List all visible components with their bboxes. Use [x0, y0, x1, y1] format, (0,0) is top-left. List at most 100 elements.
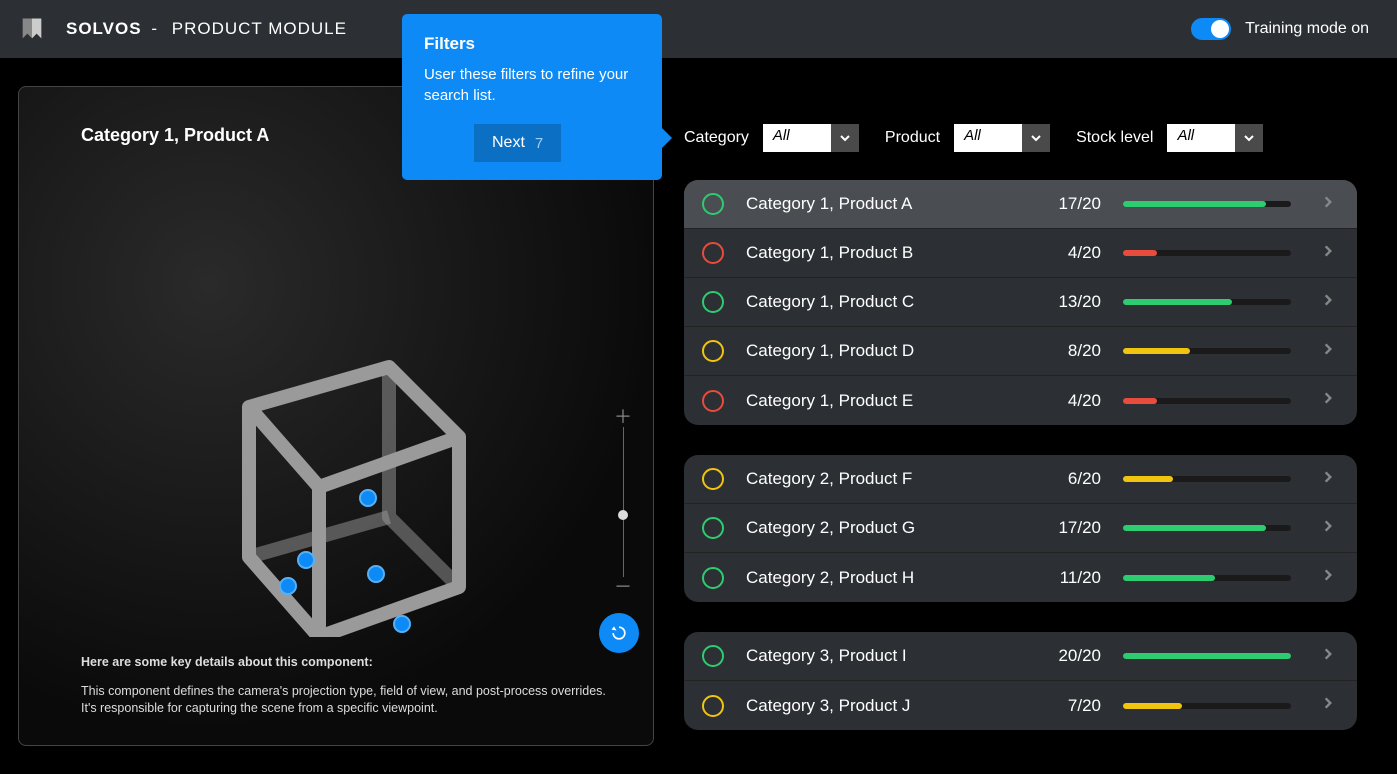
product-name: Category 2, Product H	[746, 568, 1031, 588]
filter-category-value: All	[763, 124, 831, 152]
product-row[interactable]: Category 1, Product D8/20	[684, 327, 1357, 376]
product-list-panel: Category All Product All Stock level All	[684, 86, 1397, 774]
chevron-right-icon	[1321, 519, 1335, 538]
stock-progress-fill	[1123, 299, 1232, 305]
viewer-desc-heading: Here are some key details about this com…	[81, 655, 613, 669]
product-name: Category 1, Product C	[746, 292, 1031, 312]
stock-progress-fill	[1123, 653, 1291, 659]
stock-count: 4/20	[1031, 391, 1101, 411]
chevron-right-icon	[1321, 195, 1335, 214]
training-mode-label: Training mode on	[1245, 20, 1369, 38]
brand-separator: -	[151, 19, 158, 38]
stock-progress-bar	[1123, 476, 1291, 482]
chevron-right-icon	[1321, 568, 1335, 587]
status-ring-icon	[702, 193, 724, 215]
stock-count: 7/20	[1031, 696, 1101, 716]
zoom-thumb[interactable]	[618, 510, 628, 520]
brand-main: SOLVOS	[66, 19, 142, 38]
training-tooltip: Filters User these filters to refine you…	[402, 14, 662, 180]
viewer-description: Here are some key details about this com…	[81, 655, 613, 717]
status-ring-icon	[702, 645, 724, 667]
product-name: Category 1, Product E	[746, 391, 1031, 411]
stock-progress-bar	[1123, 250, 1291, 256]
stock-progress-fill	[1123, 201, 1266, 207]
stock-progress-bar	[1123, 299, 1291, 305]
status-ring-icon	[702, 567, 724, 589]
stock-progress-fill	[1123, 250, 1157, 256]
stock-count: 11/20	[1031, 568, 1101, 588]
stock-progress-fill	[1123, 476, 1173, 482]
stock-count: 4/20	[1031, 243, 1101, 263]
product-group: Category 3, Product I20/20Category 3, Pr…	[684, 632, 1357, 730]
status-ring-icon	[702, 242, 724, 264]
zoom-track-line[interactable]	[623, 427, 624, 577]
hotspot-dot[interactable]	[359, 489, 377, 507]
product-name: Category 1, Product B	[746, 243, 1031, 263]
status-ring-icon	[702, 468, 724, 490]
product-group: Category 2, Product F6/20Category 2, Pro…	[684, 455, 1357, 602]
hotspot-dot[interactable]	[393, 615, 411, 633]
product-row[interactable]: Category 1, Product E4/20	[684, 376, 1357, 425]
product-name: Category 3, Product I	[746, 646, 1031, 666]
zoom-slider[interactable]: ＋ －	[613, 407, 633, 597]
product-name: Category 1, Product D	[746, 341, 1031, 361]
chevron-right-icon	[1321, 342, 1335, 361]
status-ring-icon	[702, 695, 724, 717]
chevron-right-icon	[1321, 647, 1335, 666]
reset-view-button[interactable]	[599, 613, 639, 653]
chevron-down-icon	[831, 124, 859, 152]
tooltip-body: User these filters to refine your search…	[424, 64, 640, 106]
stock-progress-fill	[1123, 575, 1215, 581]
zoom-in-icon[interactable]: ＋	[614, 407, 632, 427]
stock-count: 13/20	[1031, 292, 1101, 312]
product-row[interactable]: Category 3, Product I20/20	[684, 632, 1357, 681]
filter-product-label: Product	[885, 129, 940, 147]
zoom-out-icon[interactable]: －	[614, 577, 632, 597]
stock-count: 8/20	[1031, 341, 1101, 361]
filter-category-select[interactable]: All	[763, 124, 859, 152]
stock-count: 20/20	[1031, 646, 1101, 666]
product-row[interactable]: Category 3, Product J7/20	[684, 681, 1357, 730]
cube-3d-icon	[219, 337, 469, 607]
stock-progress-bar	[1123, 703, 1291, 709]
chevron-down-icon	[1235, 124, 1263, 152]
product-row[interactable]: Category 2, Product H11/20	[684, 553, 1357, 602]
product-name: Category 1, Product A	[746, 194, 1031, 214]
tooltip-next-button[interactable]: Next 7	[474, 124, 561, 162]
stock-progress-fill	[1123, 703, 1182, 709]
tooltip-next-label: Next	[492, 134, 525, 152]
hotspot-dot[interactable]	[297, 551, 315, 569]
app-logo-icon	[16, 13, 48, 45]
product-row[interactable]: Category 1, Product C13/20	[684, 278, 1357, 327]
product-row[interactable]: Category 2, Product F6/20	[684, 455, 1357, 504]
status-ring-icon	[702, 390, 724, 412]
chevron-right-icon	[1321, 293, 1335, 312]
filter-stock-select[interactable]: All	[1167, 124, 1263, 152]
main-content: Category 1, Product A ＋ －	[0, 58, 1397, 774]
stock-count: 6/20	[1031, 469, 1101, 489]
stock-count: 17/20	[1031, 194, 1101, 214]
brand-sub: PRODUCT MODULE	[172, 19, 347, 38]
filter-stock-value: All	[1167, 124, 1235, 152]
status-ring-icon	[702, 340, 724, 362]
filter-category-label: Category	[684, 129, 749, 147]
product-3d-viewer[interactable]: Category 1, Product A ＋ －	[18, 86, 654, 746]
stock-progress-bar	[1123, 525, 1291, 531]
product-row[interactable]: Category 2, Product G17/20	[684, 504, 1357, 553]
status-ring-icon	[702, 517, 724, 539]
stock-progress-bar	[1123, 348, 1291, 354]
hotspot-dot[interactable]	[367, 565, 385, 583]
chevron-right-icon	[1321, 391, 1335, 410]
stock-progress-bar	[1123, 398, 1291, 404]
viewer-desc-body: This component defines the camera's proj…	[81, 683, 613, 717]
stock-count: 17/20	[1031, 518, 1101, 538]
product-row[interactable]: Category 1, Product A17/20	[684, 180, 1357, 229]
filter-product-select[interactable]: All	[954, 124, 1050, 152]
training-mode-toggle[interactable]	[1191, 18, 1231, 40]
status-ring-icon	[702, 291, 724, 313]
product-name: Category 2, Product G	[746, 518, 1031, 538]
hotspot-dot[interactable]	[279, 577, 297, 595]
product-row[interactable]: Category 1, Product B4/20	[684, 229, 1357, 278]
stock-progress-bar	[1123, 575, 1291, 581]
product-name: Category 2, Product F	[746, 469, 1031, 489]
